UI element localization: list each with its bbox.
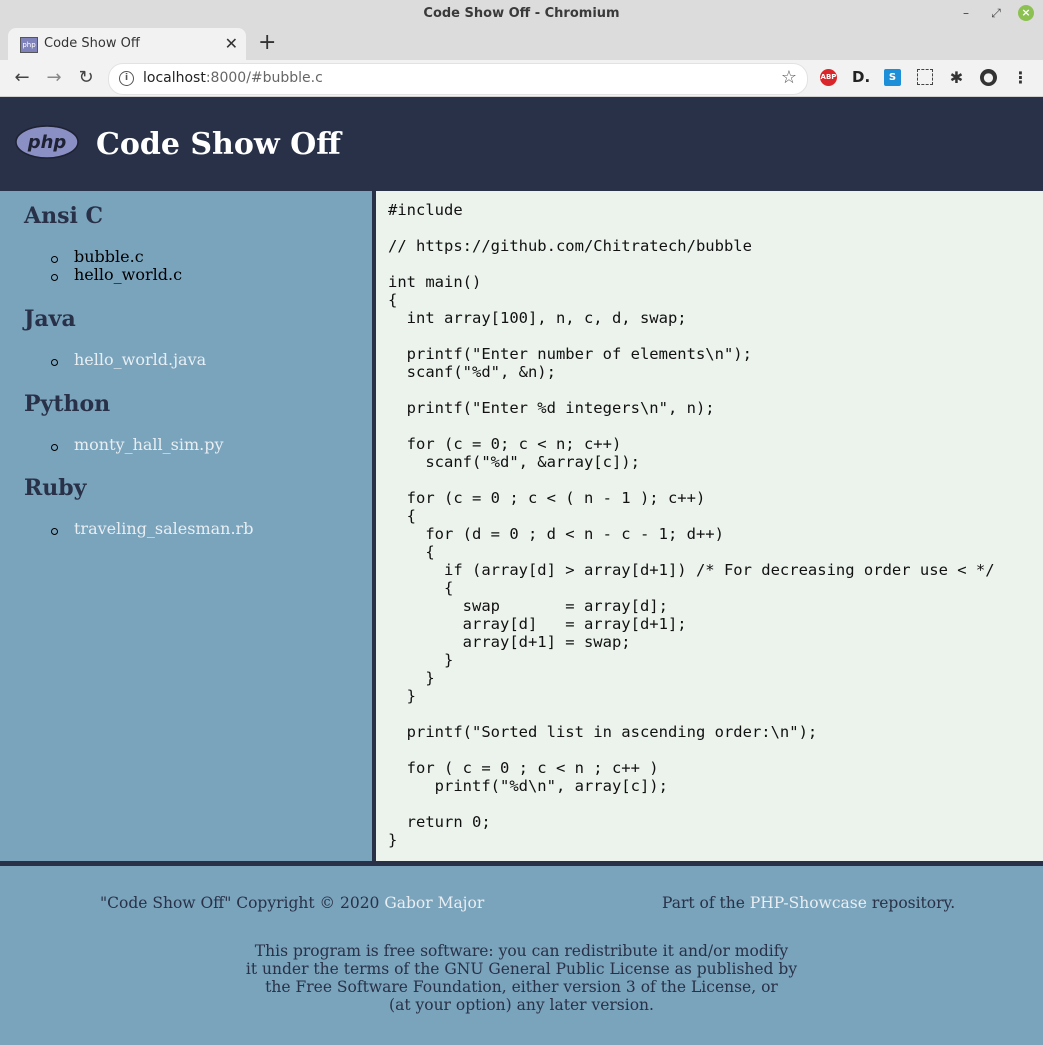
repo-suffix-text: repository. xyxy=(871,894,956,912)
author-link[interactable]: Gabor Major xyxy=(384,894,484,912)
site-footer: "Code Show Off" Copyright © 2020 Gabor M… xyxy=(0,866,1043,1045)
web-page: php Code Show Off Ansi C bubble.c hello_… xyxy=(0,97,1043,1045)
section-heading-python: Python xyxy=(24,391,111,417)
url-path: :8000/#bubble.c xyxy=(205,70,323,86)
file-link-bubble-c[interactable]: bubble.c xyxy=(74,247,144,266)
list-bullet xyxy=(51,274,58,281)
site-info-icon[interactable]: i xyxy=(119,71,134,86)
url-host: localhost xyxy=(143,70,206,86)
close-window-icon[interactable]: × xyxy=(1018,5,1034,21)
screenshot-extension-icon[interactable] xyxy=(917,69,933,85)
list-bullet xyxy=(51,256,58,263)
copyright-notice: "Code Show Off" Copyright © 2020 Gabor M… xyxy=(100,894,484,912)
php-favicon-icon: php xyxy=(20,37,38,53)
source-code: #include // https://github.com/Chitratec… xyxy=(388,201,995,849)
maximize-icon[interactable]: ⤢ xyxy=(988,5,1004,21)
php-logo-text: php xyxy=(27,132,67,153)
section-heading-ruby: Ruby xyxy=(24,475,87,501)
s-extension-icon[interactable]: S xyxy=(884,69,901,86)
list-bullet xyxy=(51,528,58,535)
file-link-hello-world-java[interactable]: hello_world.java xyxy=(74,350,206,369)
list-bullet xyxy=(51,444,58,451)
window-title: Code Show Off - Chromium xyxy=(423,6,620,21)
tab-code-show-off[interactable]: php Code Show Off ✕ xyxy=(8,28,246,60)
license-line: the Free Software Foundation, either ver… xyxy=(265,978,778,996)
browser-toolbar: ← → ↻ i localhost:8000/#bubble.c ☆ ABP D… xyxy=(0,60,1043,97)
browser-menu-icon[interactable]: ⋮ xyxy=(1012,69,1029,86)
php-logo-icon: php xyxy=(15,125,79,159)
d-extension-icon[interactable]: D. xyxy=(852,69,870,86)
license-line: This program is free software: you can r… xyxy=(254,942,789,960)
copyright-text: "Code Show Off" Copyright © 2020 xyxy=(100,894,380,912)
tab-title: Code Show Off xyxy=(44,36,140,51)
back-icon[interactable]: ← xyxy=(10,66,34,90)
code-viewer: #include // https://github.com/Chitratec… xyxy=(376,191,1043,861)
profile-avatar-icon[interactable]: ● xyxy=(980,69,997,86)
repo-prefix-text: Part of the xyxy=(662,894,745,912)
file-link-monty-hall-sim-py[interactable]: monty_hall_sim.py xyxy=(74,435,224,454)
site-header: php Code Show Off xyxy=(0,97,1043,191)
address-bar[interactable]: i localhost:8000/#bubble.c ☆ xyxy=(108,63,808,95)
forward-icon[interactable]: → xyxy=(42,66,66,90)
new-tab-button[interactable]: + xyxy=(258,30,276,55)
window-title-bar: Code Show Off - Chromium – ⤢ × xyxy=(0,0,1043,26)
close-tab-icon[interactable]: ✕ xyxy=(225,34,238,53)
url-text[interactable]: localhost:8000/#bubble.c xyxy=(143,70,323,86)
file-link-hello-world-c[interactable]: hello_world.c xyxy=(74,265,182,284)
minimize-icon[interactable]: – xyxy=(958,5,974,21)
bookmark-star-icon[interactable]: ☆ xyxy=(781,67,797,88)
extensions-puzzle-icon[interactable]: ✱ xyxy=(948,69,965,86)
site-title: Code Show Off xyxy=(96,127,341,162)
section-heading-ansi-c: Ansi C xyxy=(24,203,103,229)
license-line: (at your option) any later version. xyxy=(389,996,654,1014)
tab-strip: php Code Show Off ✕ xyxy=(0,26,1043,60)
sidebar: Ansi C bubble.c hello_world.c Java hello… xyxy=(0,191,372,861)
adblock-extension-icon[interactable]: ABP xyxy=(820,69,837,86)
section-heading-java: Java xyxy=(24,306,76,332)
repository-notice: Part of the PHP-Showcase repository. xyxy=(662,894,955,912)
license-line: it under the terms of the GNU General Pu… xyxy=(245,960,798,978)
reload-icon[interactable]: ↻ xyxy=(74,66,98,90)
file-link-traveling-salesman-rb[interactable]: traveling_salesman.rb xyxy=(74,519,253,538)
list-bullet xyxy=(51,359,58,366)
repo-link[interactable]: PHP-Showcase xyxy=(750,894,867,912)
